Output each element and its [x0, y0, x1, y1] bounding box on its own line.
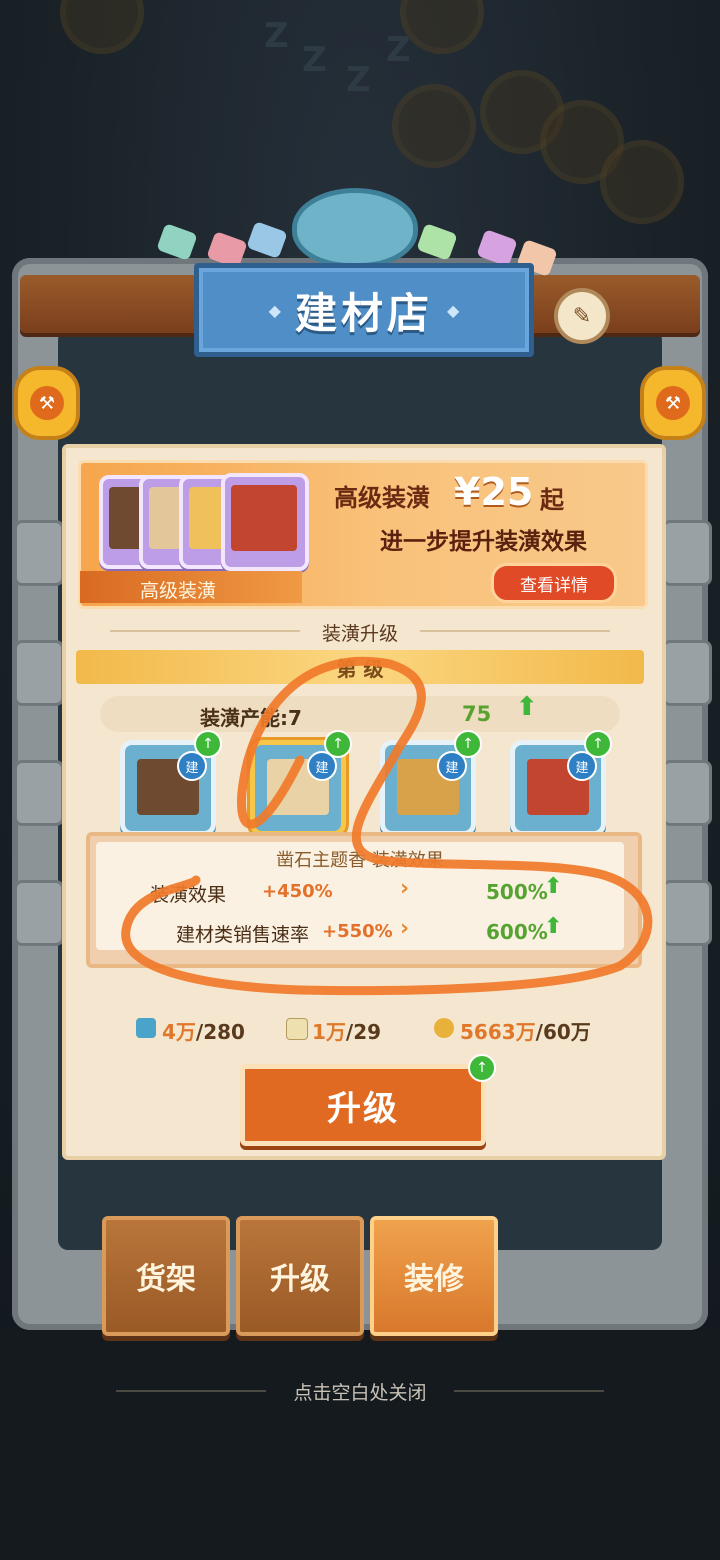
- upgrade-available-icon: ↑: [454, 730, 482, 758]
- hammer-edit-icon: ✎: [572, 303, 592, 329]
- coin-icon: [434, 1018, 454, 1038]
- decor-bubble: [392, 84, 476, 168]
- up-arrow-icon: ⬆: [516, 692, 538, 722]
- resource-required: /60万: [535, 1020, 591, 1044]
- up-arrow-icon: ⬆: [544, 914, 563, 939]
- tab-shelf[interactable]: 货架: [102, 1216, 230, 1336]
- level-bar: 第 级: [76, 650, 644, 684]
- stone-block: [14, 640, 64, 706]
- promo-price: ¥25: [454, 470, 534, 514]
- promo-price-suffix: 起: [540, 486, 564, 514]
- effect-row-label: 装潢效果: [150, 884, 227, 906]
- gem-bowl-icon: [292, 188, 418, 268]
- capacity-next-value: 75: [462, 702, 492, 726]
- resource-current: 5663万: [460, 1020, 536, 1044]
- tab-decoration[interactable]: 装修: [370, 1216, 498, 1336]
- stone-block: [662, 760, 712, 826]
- blueprint-icon: [136, 1018, 156, 1038]
- stone-block: [662, 880, 712, 946]
- effect-row-next: 500%: [486, 880, 548, 904]
- lantern-left: ⚒: [14, 366, 80, 440]
- view-details-button[interactable]: 查看详情: [491, 563, 617, 603]
- upgrade-available-icon: ↑: [194, 730, 222, 758]
- upgrade-available-icon: ↑: [468, 1054, 496, 1082]
- shop-title-banner: ◆ 建材店 ◆: [194, 263, 534, 357]
- lantern-right: ⚒: [640, 366, 706, 440]
- effect-row-current: +450%: [262, 881, 333, 902]
- gem-icon: [246, 221, 288, 259]
- section-title: 装潢升级: [321, 623, 398, 645]
- stone-block: [14, 880, 64, 946]
- decor-preview-card: [221, 473, 309, 571]
- diamond-ornament-icon: ◆: [268, 300, 281, 320]
- upgrade-button[interactable]: 升级: [240, 1064, 486, 1146]
- effect-row-current: +550%: [322, 921, 393, 942]
- gem-icon: [156, 223, 198, 261]
- up-arrow-icon: ⬆: [544, 874, 563, 899]
- promo-title: 高级装潢: [334, 484, 430, 512]
- resource-current: 4万: [162, 1020, 196, 1044]
- effect-row-next: 600%: [486, 920, 548, 944]
- promo-subtitle: 进一步提升装潢效果: [380, 529, 587, 555]
- stone-block: [14, 760, 64, 826]
- arrow-right-icon: ›: [400, 876, 410, 901]
- decor-bubble: [400, 0, 484, 54]
- hammer-icon: ⚒: [656, 386, 690, 420]
- diamond-ornament-icon: ◆: [447, 300, 460, 320]
- hammer-icon: ⚒: [30, 386, 64, 420]
- rename-button[interactable]: ✎: [554, 288, 610, 344]
- sleep-z-icon: Z: [346, 60, 371, 100]
- arrow-right-icon: ›: [400, 916, 410, 941]
- decor-bubble: [600, 140, 684, 224]
- effect-title: 凿石主题香 装潢效果: [276, 850, 444, 871]
- resource-blueprint: 4万/280: [162, 1016, 245, 1045]
- stone-block: [14, 520, 64, 586]
- sleep-z-icon: Z: [264, 16, 289, 56]
- effect-row-label: 建材类销售速率: [176, 924, 310, 946]
- sleep-z-icon: Z: [386, 30, 411, 70]
- shop-title: 建材店: [294, 288, 433, 338]
- tab-upgrade[interactable]: 升级: [236, 1216, 364, 1336]
- stone-block: [662, 640, 712, 706]
- upgrade-available-icon: ↑: [584, 730, 612, 758]
- sleep-z-icon: Z: [302, 40, 327, 80]
- capacity-bar: [100, 696, 620, 732]
- resource-current: 1万: [312, 1020, 346, 1044]
- gem-icon: [416, 223, 458, 261]
- stone-block: [662, 520, 712, 586]
- close-hint[interactable]: 点击空白处关闭: [0, 1378, 720, 1405]
- resource-required: /280: [195, 1020, 245, 1044]
- resource-required: /29: [345, 1020, 382, 1044]
- scroll-icon: [286, 1018, 308, 1040]
- upgrade-available-icon: ↑: [324, 730, 352, 758]
- decor-bubble: [60, 0, 144, 54]
- resource-scroll: 1万/29: [312, 1016, 381, 1045]
- gem-icon: [476, 229, 518, 267]
- promo-label: 高级装潢: [140, 580, 217, 602]
- resource-coin: 5663万/60万: [460, 1016, 591, 1045]
- capacity-label: 装潢产能:7: [200, 706, 302, 730]
